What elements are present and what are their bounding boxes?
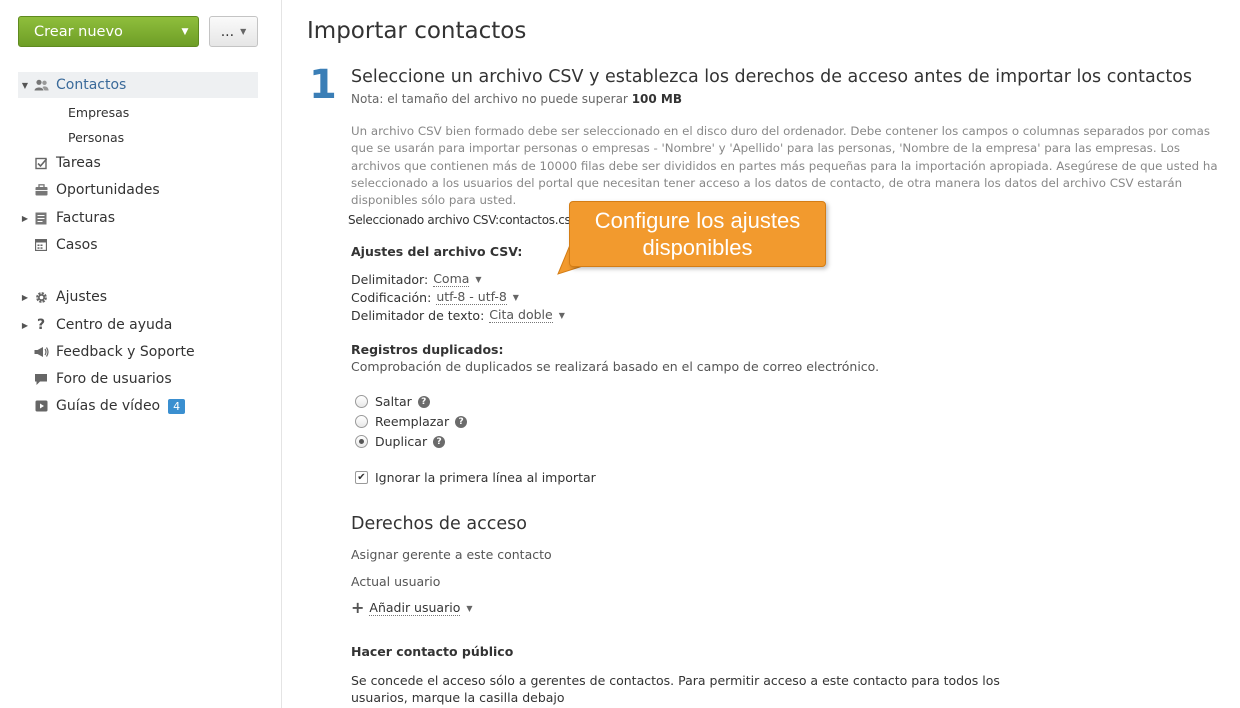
access-rights-heading: Derechos de acceso [351,514,527,534]
ignore-first-line-checkbox[interactable]: ✔ Ignorar la primera línea al importar [355,470,596,485]
help-icon[interactable]: ? [455,415,468,428]
invoice-icon [32,212,50,225]
import-description: Un archivo CSV bien formado debe ser sel… [351,124,1218,208]
sidebar: Crear nuevo ▼ ... ▼ ▼ Contactos Empresas… [0,0,282,708]
help-icon[interactable]: ? [417,395,430,408]
radio-label: Reemplazar [375,414,450,429]
sidebar-item-label: Guías de vídeo [56,398,161,414]
sidebar-item-oportunidades[interactable]: Oportunidades [18,177,258,203]
selected-file-label: Seleccionado archivo CSV:contactos.csv [348,213,578,227]
sidebar-item-label: Oportunidades [56,182,160,198]
sidebar-item-casos[interactable]: Casos [18,232,258,258]
callout-line-1: Configure los ajustes [594,208,801,233]
chevron-down-icon[interactable]: ▼ [466,604,472,613]
step-number: 1 [309,62,337,108]
radio-label: Duplicar [375,434,428,449]
sidebar-item-guias-video[interactable]: Guías de vídeo 4 [18,393,258,419]
chevron-down-icon[interactable]: ▼ [475,275,481,284]
sidebar-item-facturas[interactable]: ▶ Facturas [18,205,258,231]
collapsed-arrow-icon[interactable]: ▶ [18,293,32,302]
add-user-button[interactable]: + Añadir usuario ▼ [351,600,473,616]
chevron-down-icon[interactable]: ▼ [559,311,565,320]
delimiter-label: Delimitador: [351,271,429,287]
more-actions-label: ... [220,23,235,40]
collapsed-arrow-icon[interactable]: ▶ [18,321,32,330]
sidebar-item-ajustes[interactable]: ▶ Ajustes [18,284,258,310]
tooltip-callout: Configure los ajustes disponibles [569,201,826,267]
more-actions-button[interactable]: ... ▼ [209,16,258,47]
current-user-label: Actual usuario [351,574,441,589]
video-play-icon [32,400,50,412]
create-new-button[interactable]: Crear nuevo ▼ [18,16,199,47]
chevron-down-icon[interactable]: ▼ [172,17,198,46]
sidebar-item-feedback[interactable]: Feedback y Soporte [18,339,258,365]
radio-duplicate[interactable]: Duplicar ? [355,434,446,449]
sidebar-item-foro[interactable]: Foro de usuarios [18,366,258,392]
video-count-badge: 4 [168,398,186,414]
encoding-label: Codificación: [351,289,432,305]
sidebar-item-label: Contactos [56,77,127,93]
sidebar-item-label: Casos [56,237,98,253]
public-contact-heading: Hacer contacto público [351,644,514,659]
encoding-dropdown[interactable]: utf-8 - utf-8 [436,289,507,305]
megaphone-icon [32,346,50,358]
text-delimiter-label: Delimitador de texto: [351,307,485,323]
question-mark-icon: ? [36,317,46,333]
assign-manager-label: Asignar gerente a este contacto [351,547,552,562]
sidebar-item-label: Facturas [56,210,116,226]
sidebar-item-empresas[interactable]: Empresas [68,105,129,120]
checkbox-label: Ignorar la primera línea al importar [375,470,596,485]
radio-button-selected[interactable] [355,435,368,448]
duplicates-heading: Registros duplicados: [351,342,504,357]
max-size-value: 100 MB [631,92,683,106]
chevron-down-icon: ▼ [240,27,247,36]
duplicates-note: Comprobación de duplicados se realizará … [351,359,880,374]
sidebar-item-centro-de-ayuda[interactable]: ▶ ? Centro de ayuda [18,312,258,338]
briefcase-icon [32,184,50,196]
radio-button[interactable] [355,415,368,428]
csv-settings-heading: Ajustes del archivo CSV: [351,244,523,259]
speech-bubble-icon [32,373,50,386]
radio-label: Saltar [375,394,412,409]
step-title: Seleccione un archivo CSV y establezca l… [351,67,1193,87]
chevron-down-icon[interactable]: ▼ [513,293,519,302]
sidebar-item-label: Feedback y Soporte [56,344,195,360]
create-new-label: Crear nuevo [34,23,123,40]
radio-button[interactable] [355,395,368,408]
sidebar-item-label: Foro de usuarios [56,371,172,387]
contacts-icon [32,79,50,91]
encoding-setting: Codificación: utf-8 - utf-8 ▼ [351,289,519,305]
collapsed-arrow-icon[interactable]: ▶ [18,214,32,223]
plus-icon: + [351,598,365,617]
checkbox-checked[interactable]: ✔ [355,471,368,484]
help-icon[interactable]: ? [433,435,446,448]
task-check-icon [32,157,50,170]
radio-replace[interactable]: Reemplazar ? [355,414,468,429]
text-delimiter-setting: Delimitador de texto: Cita doble ▼ [351,307,565,323]
public-contact-description: Se concede el acceso sólo a gerentes de … [351,673,1000,705]
text-delimiter-dropdown[interactable]: Cita doble [489,307,553,323]
page-title: Importar contactos [307,18,527,44]
sidebar-item-tareas[interactable]: Tareas [18,150,258,176]
radio-skip[interactable]: Saltar ? [355,394,430,409]
add-user-link[interactable]: Añadir usuario [369,600,461,616]
sidebar-item-label: Tareas [56,155,101,171]
callout-line-2: disponibles [642,235,753,260]
sidebar-item-personas[interactable]: Personas [68,130,124,145]
gear-icon [32,291,50,304]
delimiter-setting: Delimitador: Coma ▼ [351,271,482,287]
sidebar-item-label: Centro de ayuda [56,317,173,333]
expanded-arrow-icon[interactable]: ▼ [18,81,32,90]
sidebar-item-label: Ajustes [56,289,108,305]
file-size-note: Nota: el tamaño del archivo no puede sup… [351,92,683,106]
sidebar-item-contactos[interactable]: ▼ Contactos [18,72,258,98]
delimiter-dropdown[interactable]: Coma [433,271,470,287]
cases-icon [32,239,50,251]
